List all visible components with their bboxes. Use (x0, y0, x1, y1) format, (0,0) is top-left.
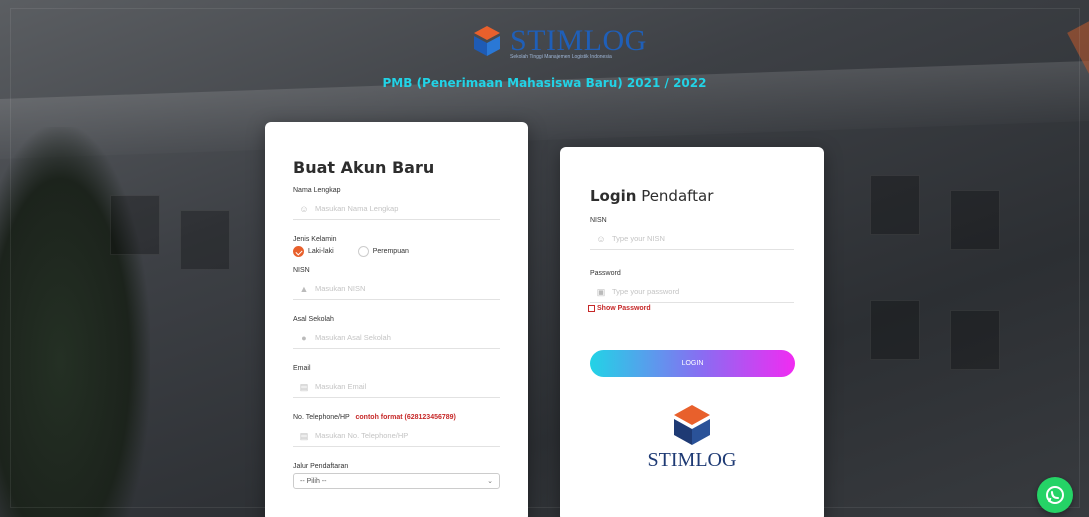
show-password-label: Show Password (597, 305, 651, 312)
sekolah-input[interactable] (315, 333, 500, 342)
chevron-down-icon: ⌄ (487, 478, 493, 485)
circle-icon: ● (301, 333, 307, 343)
nisn-input[interactable] (315, 284, 500, 293)
phone-label: No. Telephone/HP contoh format (62812345… (293, 414, 500, 421)
login-logo: STIMLOG (590, 403, 794, 472)
radio-checked-icon[interactable] (293, 246, 304, 257)
login-logo-text: STIMLOG (647, 449, 737, 471)
whatsapp-icon (1046, 486, 1064, 504)
login-password-label: Password (590, 270, 621, 277)
email-input[interactable] (315, 382, 500, 391)
login-nisn-label: NISN (590, 217, 607, 224)
lock-icon: ▣ (596, 287, 606, 297)
register-title: Buat Akun Baru (293, 158, 435, 177)
register-card: Buat Akun Baru Nama Lengkap ☺ Jenis Kela… (265, 122, 528, 517)
gender-radio-laki[interactable]: Laki-laki (293, 246, 334, 257)
gender-option-label: Perempuan (372, 248, 409, 255)
gender-radio-perempuan[interactable]: Perempuan (357, 246, 409, 257)
gender-radio-group: Laki-laki Perempuan (293, 246, 500, 257)
sekolah-label: Asal Sekolah (293, 316, 334, 323)
id-card-icon: ▤ (299, 382, 309, 392)
sekolah-field[interactable]: ● (293, 327, 500, 349)
login-password-input[interactable] (612, 287, 794, 296)
whatsapp-button[interactable] (1037, 477, 1073, 513)
login-title-bold: Login (590, 187, 637, 205)
nama-input[interactable] (315, 204, 500, 213)
email-label: Email (293, 365, 311, 372)
show-password-toggle[interactable]: Show Password (588, 305, 794, 312)
jalur-selected-value: -- Pilih -- (300, 477, 327, 485)
login-title-rest: Pendaftar (636, 187, 714, 205)
login-title: Login Pendaftar (590, 187, 794, 205)
phone-format-hint: contoh format (628123456789) (355, 414, 456, 421)
jalur-label: Jalur Pendaftaran (293, 463, 349, 470)
nama-field[interactable]: ☺ (293, 198, 500, 220)
header-brand[interactable]: STIMLOG Sekolah Tinggi Manajemen Logisti… (470, 24, 647, 60)
login-password-field[interactable]: ▣ (590, 281, 794, 303)
email-field[interactable]: ▤ (293, 376, 500, 398)
person-icon: ▲ (299, 284, 309, 294)
nisn-label: NISN (293, 267, 310, 274)
gender-option-label: Laki-laki (308, 248, 334, 255)
gender-label: Jenis Kelamin (293, 236, 337, 243)
user-icon: ☺ (299, 204, 309, 214)
brand-name: STIMLOG (510, 24, 647, 57)
phone-field[interactable]: ▤ (293, 425, 500, 447)
nisn-field[interactable]: ▲ (293, 278, 500, 300)
login-nisn-input[interactable] (612, 234, 794, 243)
nama-label: Nama Lengkap (293, 187, 341, 194)
stimlog-logo-icon (674, 405, 710, 445)
stimlog-logo-icon (474, 26, 500, 56)
jalur-select[interactable]: -- Pilih -- ⌄ (293, 473, 500, 489)
page-headline: PMB (Penerimaan Mahasiswa Baru) 2021 / 2… (382, 76, 707, 90)
login-button[interactable]: LOGIN (590, 350, 795, 377)
radio-unchecked-icon[interactable] (357, 246, 369, 257)
login-nisn-field[interactable]: ☺ (590, 228, 794, 250)
brand-subtitle: Sekolah Tinggi Manajemen Logistik Indone… (510, 54, 612, 60)
login-card: Login Pendaftar NISN ☺ Password ▣ Show P… (560, 147, 824, 517)
phone-input[interactable] (315, 431, 500, 440)
user-icon: ☺ (596, 234, 606, 244)
show-password-checkbox[interactable] (588, 305, 595, 312)
id-card-icon: ▤ (299, 431, 309, 441)
phone-label-text: No. Telephone/HP (293, 414, 350, 421)
